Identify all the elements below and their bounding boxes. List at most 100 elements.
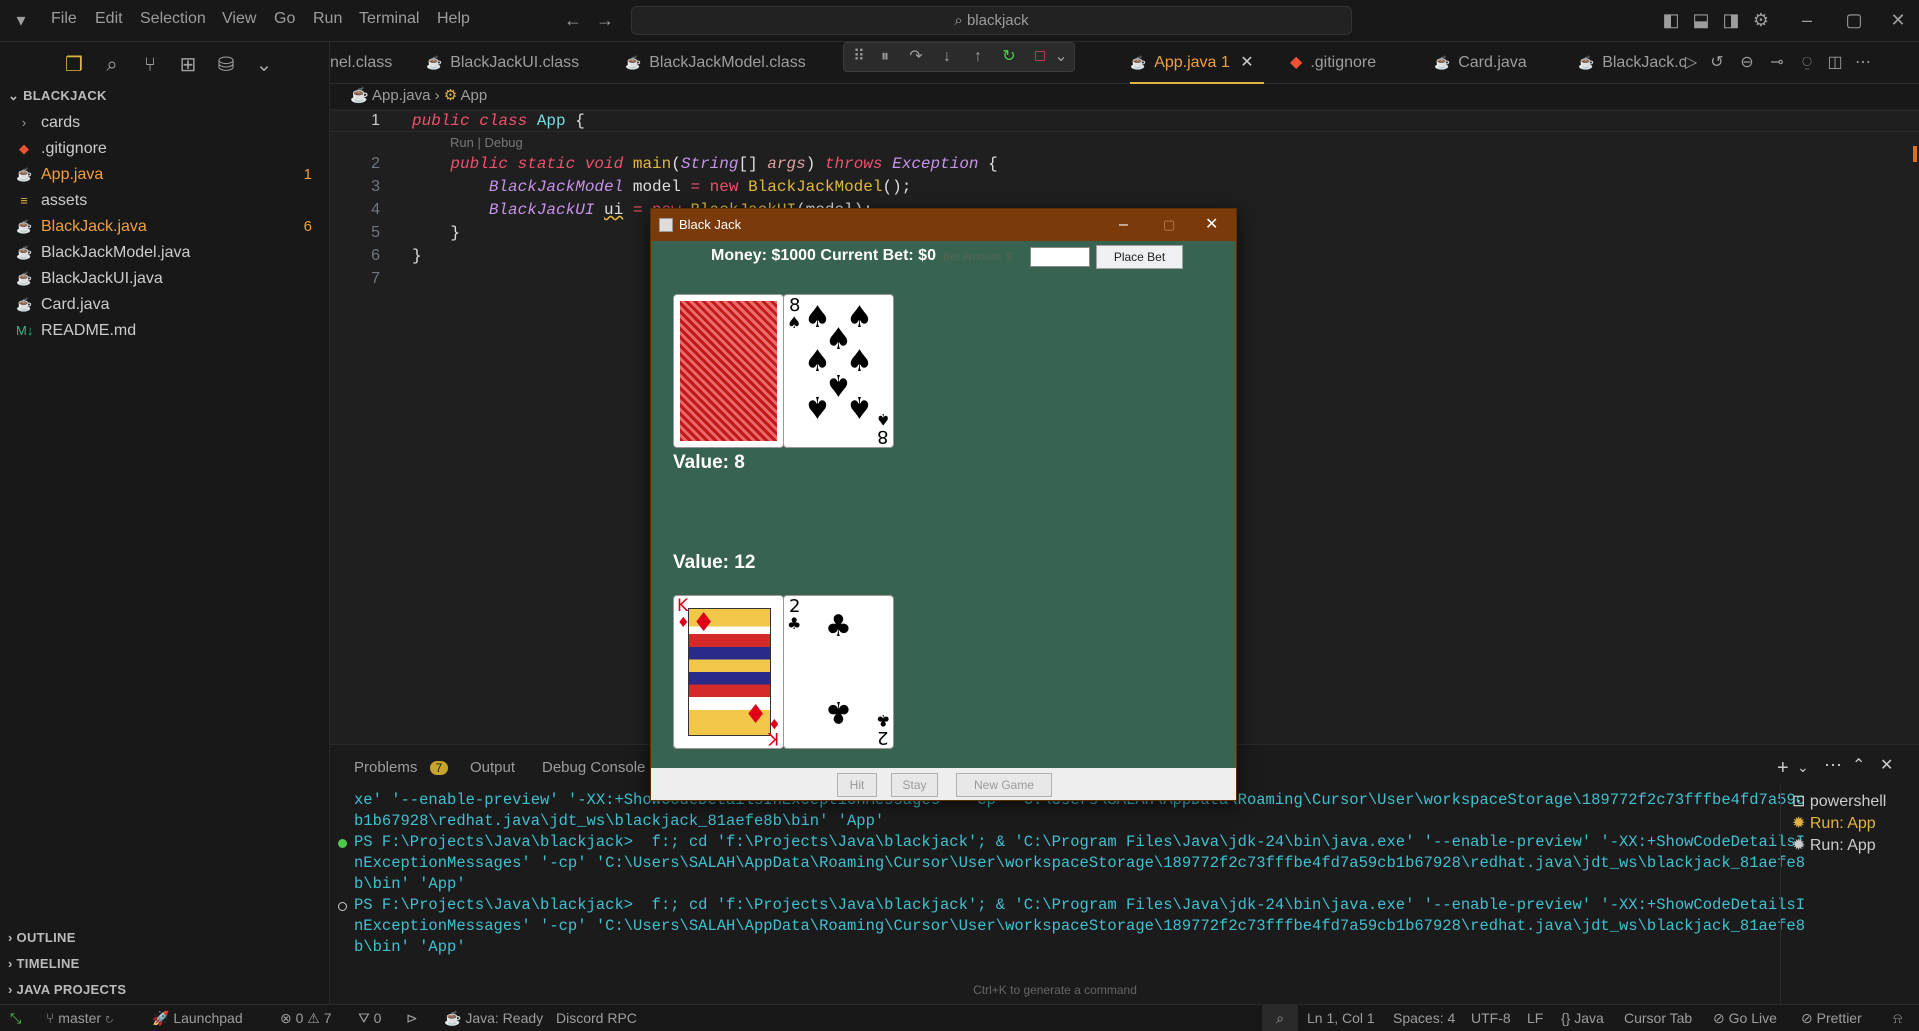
encoding[interactable]: UTF-8 (1471, 1010, 1511, 1026)
back-arrow-icon[interactable]: ← (562, 9, 584, 31)
tab-blackjack-java[interactable]: ☕ BlackJack.c (1578, 42, 1687, 84)
tab-gitignore[interactable]: ◆ .gitignore (1290, 42, 1376, 84)
stay-button[interactable]: Stay (891, 773, 938, 797)
chevron-down-icon[interactable]: ⌄ (1050, 46, 1072, 68)
tree-item-cards[interactable]: › cards (0, 110, 330, 136)
tab-problems[interactable]: Problems 7 (354, 759, 449, 776)
go-live[interactable]: ⊘ Go Live (1713, 1010, 1777, 1027)
restart-icon[interactable]: ↻ (998, 46, 1020, 68)
launchpad-status[interactable]: 🚀 Launchpad (152, 1010, 243, 1027)
terminal-item-run-app[interactable]: ✹ Run: App (1792, 813, 1876, 833)
forward-arrow-icon[interactable]: → (594, 9, 616, 31)
tab-card-java[interactable]: ☕ Card.java (1434, 42, 1527, 84)
menu-edit[interactable]: Edit (95, 10, 123, 28)
language-mode[interactable]: {} Java (1561, 1010, 1604, 1026)
tab-debug-console[interactable]: Debug Console (542, 759, 645, 776)
command-center-search[interactable]: ⌕ blackjack (631, 6, 1352, 35)
chevron-down-icon[interactable]: ⌄ (1797, 759, 1809, 776)
terminal-item-run-app[interactable]: ✹ Run: App (1792, 835, 1876, 855)
tree-item-blackjackmodel-java[interactable]: ☕ BlackJackModel.java (0, 240, 330, 266)
menu-file[interactable]: File (51, 10, 77, 28)
run-play-icon[interactable]: ▷ (1680, 52, 1702, 74)
menu-help[interactable]: Help (437, 10, 470, 28)
close-tab-icon[interactable]: ✕ (1240, 54, 1253, 71)
chevron-down-icon[interactable]: ⌄ (251, 52, 277, 78)
source-control-icon[interactable]: ⑂ (137, 52, 163, 78)
split-editor-icon[interactable]: ◫ (1824, 52, 1846, 74)
pause-icon[interactable]: ⏸ (874, 46, 896, 68)
remote-icon[interactable]: ⤡ (10, 1010, 21, 1027)
bet-amount-input[interactable] (1030, 247, 1090, 267)
menu-run[interactable]: Run (313, 10, 342, 28)
close-icon[interactable]: ✕ (1205, 209, 1218, 241)
cursor-tab[interactable]: Cursor Tab (1624, 1010, 1692, 1026)
notifications-icon[interactable]: ⍾ (1893, 1010, 1902, 1027)
more-icon[interactable]: ⋯ (1824, 755, 1842, 776)
timeline-back-icon[interactable]: ↺ (1706, 52, 1728, 74)
tree-item-blackjackui-java[interactable]: ☕ BlackJackUI.java (0, 266, 330, 292)
hit-button[interactable]: Hit (837, 773, 877, 797)
tab-output[interactable]: Output (470, 759, 515, 776)
toggle-sidebar-icon[interactable]: ◧ (1660, 9, 1682, 31)
menu-go[interactable]: Go (274, 10, 295, 28)
tree-item-blackjack-java[interactable]: ☕ BlackJack.java 6 (0, 214, 330, 240)
copilot-icon[interactable]: ⍜ (1796, 52, 1818, 74)
maximize-panel-icon[interactable]: ⌃ (1852, 755, 1865, 775)
zoom-icon[interactable]: ⌕ (1262, 1005, 1298, 1031)
next-change-icon[interactable]: ⊸ (1766, 52, 1788, 74)
tree-item-card-java[interactable]: ☕ Card.java (0, 292, 330, 318)
drag-handle-icon[interactable]: ⠿ (848, 46, 870, 68)
step-over-icon[interactable]: ↷ (905, 46, 927, 68)
minimize-icon[interactable]: – (1119, 209, 1128, 241)
database-icon[interactable]: ⛁ (213, 52, 239, 78)
maximize-icon[interactable]: ▢ (1843, 9, 1865, 31)
discord-status[interactable]: Discord RPC (556, 1010, 637, 1026)
breadcrumb-symbol[interactable]: App (461, 87, 488, 104)
eol[interactable]: LF (1527, 1010, 1543, 1026)
place-bet-button[interactable]: Place Bet (1096, 245, 1183, 269)
tree-item-readme[interactable]: M↓ README.md (0, 318, 330, 344)
menu-selection[interactable]: Selection (140, 10, 206, 28)
branch-status[interactable]: ⑂ master ↻ (46, 1010, 113, 1026)
breadcrumb-file[interactable]: App.java (372, 87, 430, 104)
menu-view[interactable]: View (222, 10, 256, 28)
section-java-projects[interactable]: › JAVA PROJECTS (8, 982, 126, 997)
java-status[interactable]: ☕ Java: Ready (444, 1010, 543, 1027)
tree-item-app-java[interactable]: ☕ App.java 1 (0, 162, 330, 188)
tab-blackjackui-class[interactable]: ☕ BlackJackUI.class (426, 42, 579, 84)
new-game-button[interactable]: New Game (956, 773, 1052, 797)
add-terminal-icon[interactable]: + (1777, 757, 1789, 780)
settings-gear-icon[interactable]: ⚙ (1750, 9, 1772, 31)
section-outline[interactable]: › OUTLINE (8, 930, 76, 945)
tab-app-java[interactable]: ☕ App.java 1 ✕ (1130, 42, 1264, 84)
terminal-item-powershell[interactable]: ⊡ powershell (1792, 791, 1886, 811)
maximize-icon[interactable]: ▢ (1163, 209, 1175, 241)
section-timeline[interactable]: › TIMELINE (8, 956, 80, 971)
tab-blackjackmodel-class[interactable]: ☕ BlackJackModel.class (625, 42, 806, 84)
ports-status[interactable]: ⛛ 0 (358, 1010, 381, 1027)
step-out-icon[interactable]: ↑ (967, 46, 989, 68)
tree-item-assets[interactable]: ≡ assets (0, 188, 330, 214)
toggle-secondary-sidebar-icon[interactable]: ◨ (1720, 9, 1742, 31)
explorer-icon[interactable]: ❐ (61, 52, 87, 78)
run-icon[interactable]: ⊳ (406, 1010, 418, 1027)
search-view-icon[interactable]: ⌕ (99, 52, 125, 78)
problems-status[interactable]: ⊗ 0 ⚠ 7 (280, 1010, 332, 1027)
more-actions-icon[interactable]: ⋯ (1852, 52, 1874, 74)
indentation[interactable]: Spaces: 4 (1393, 1010, 1455, 1026)
minimize-icon[interactable]: – (1796, 9, 1818, 31)
toggle-panel-icon[interactable]: ⬓ (1690, 9, 1712, 31)
menu-terminal[interactable]: Terminal (359, 10, 419, 28)
tree-item-gitignore[interactable]: ◆ .gitignore (0, 136, 330, 162)
prettier[interactable]: ⊘ Prettier (1801, 1010, 1862, 1027)
close-panel-icon[interactable]: ✕ (1880, 755, 1893, 775)
compare-icon[interactable]: ⊖ (1736, 52, 1758, 74)
extensions-icon[interactable]: ⊞ (175, 52, 201, 78)
close-window-icon[interactable]: ✕ (1887, 9, 1909, 31)
cursor-position[interactable]: Ln 1, Col 1 (1307, 1010, 1375, 1026)
step-into-icon[interactable]: ↓ (936, 46, 958, 68)
codelens-run-debug[interactable]: Run | Debug (450, 135, 523, 150)
stop-icon[interactable]: □ (1029, 46, 1051, 68)
tab-nel-class[interactable]: nel.class (330, 42, 392, 84)
explorer-title[interactable]: ⌄ BLACKJACK (8, 88, 107, 104)
